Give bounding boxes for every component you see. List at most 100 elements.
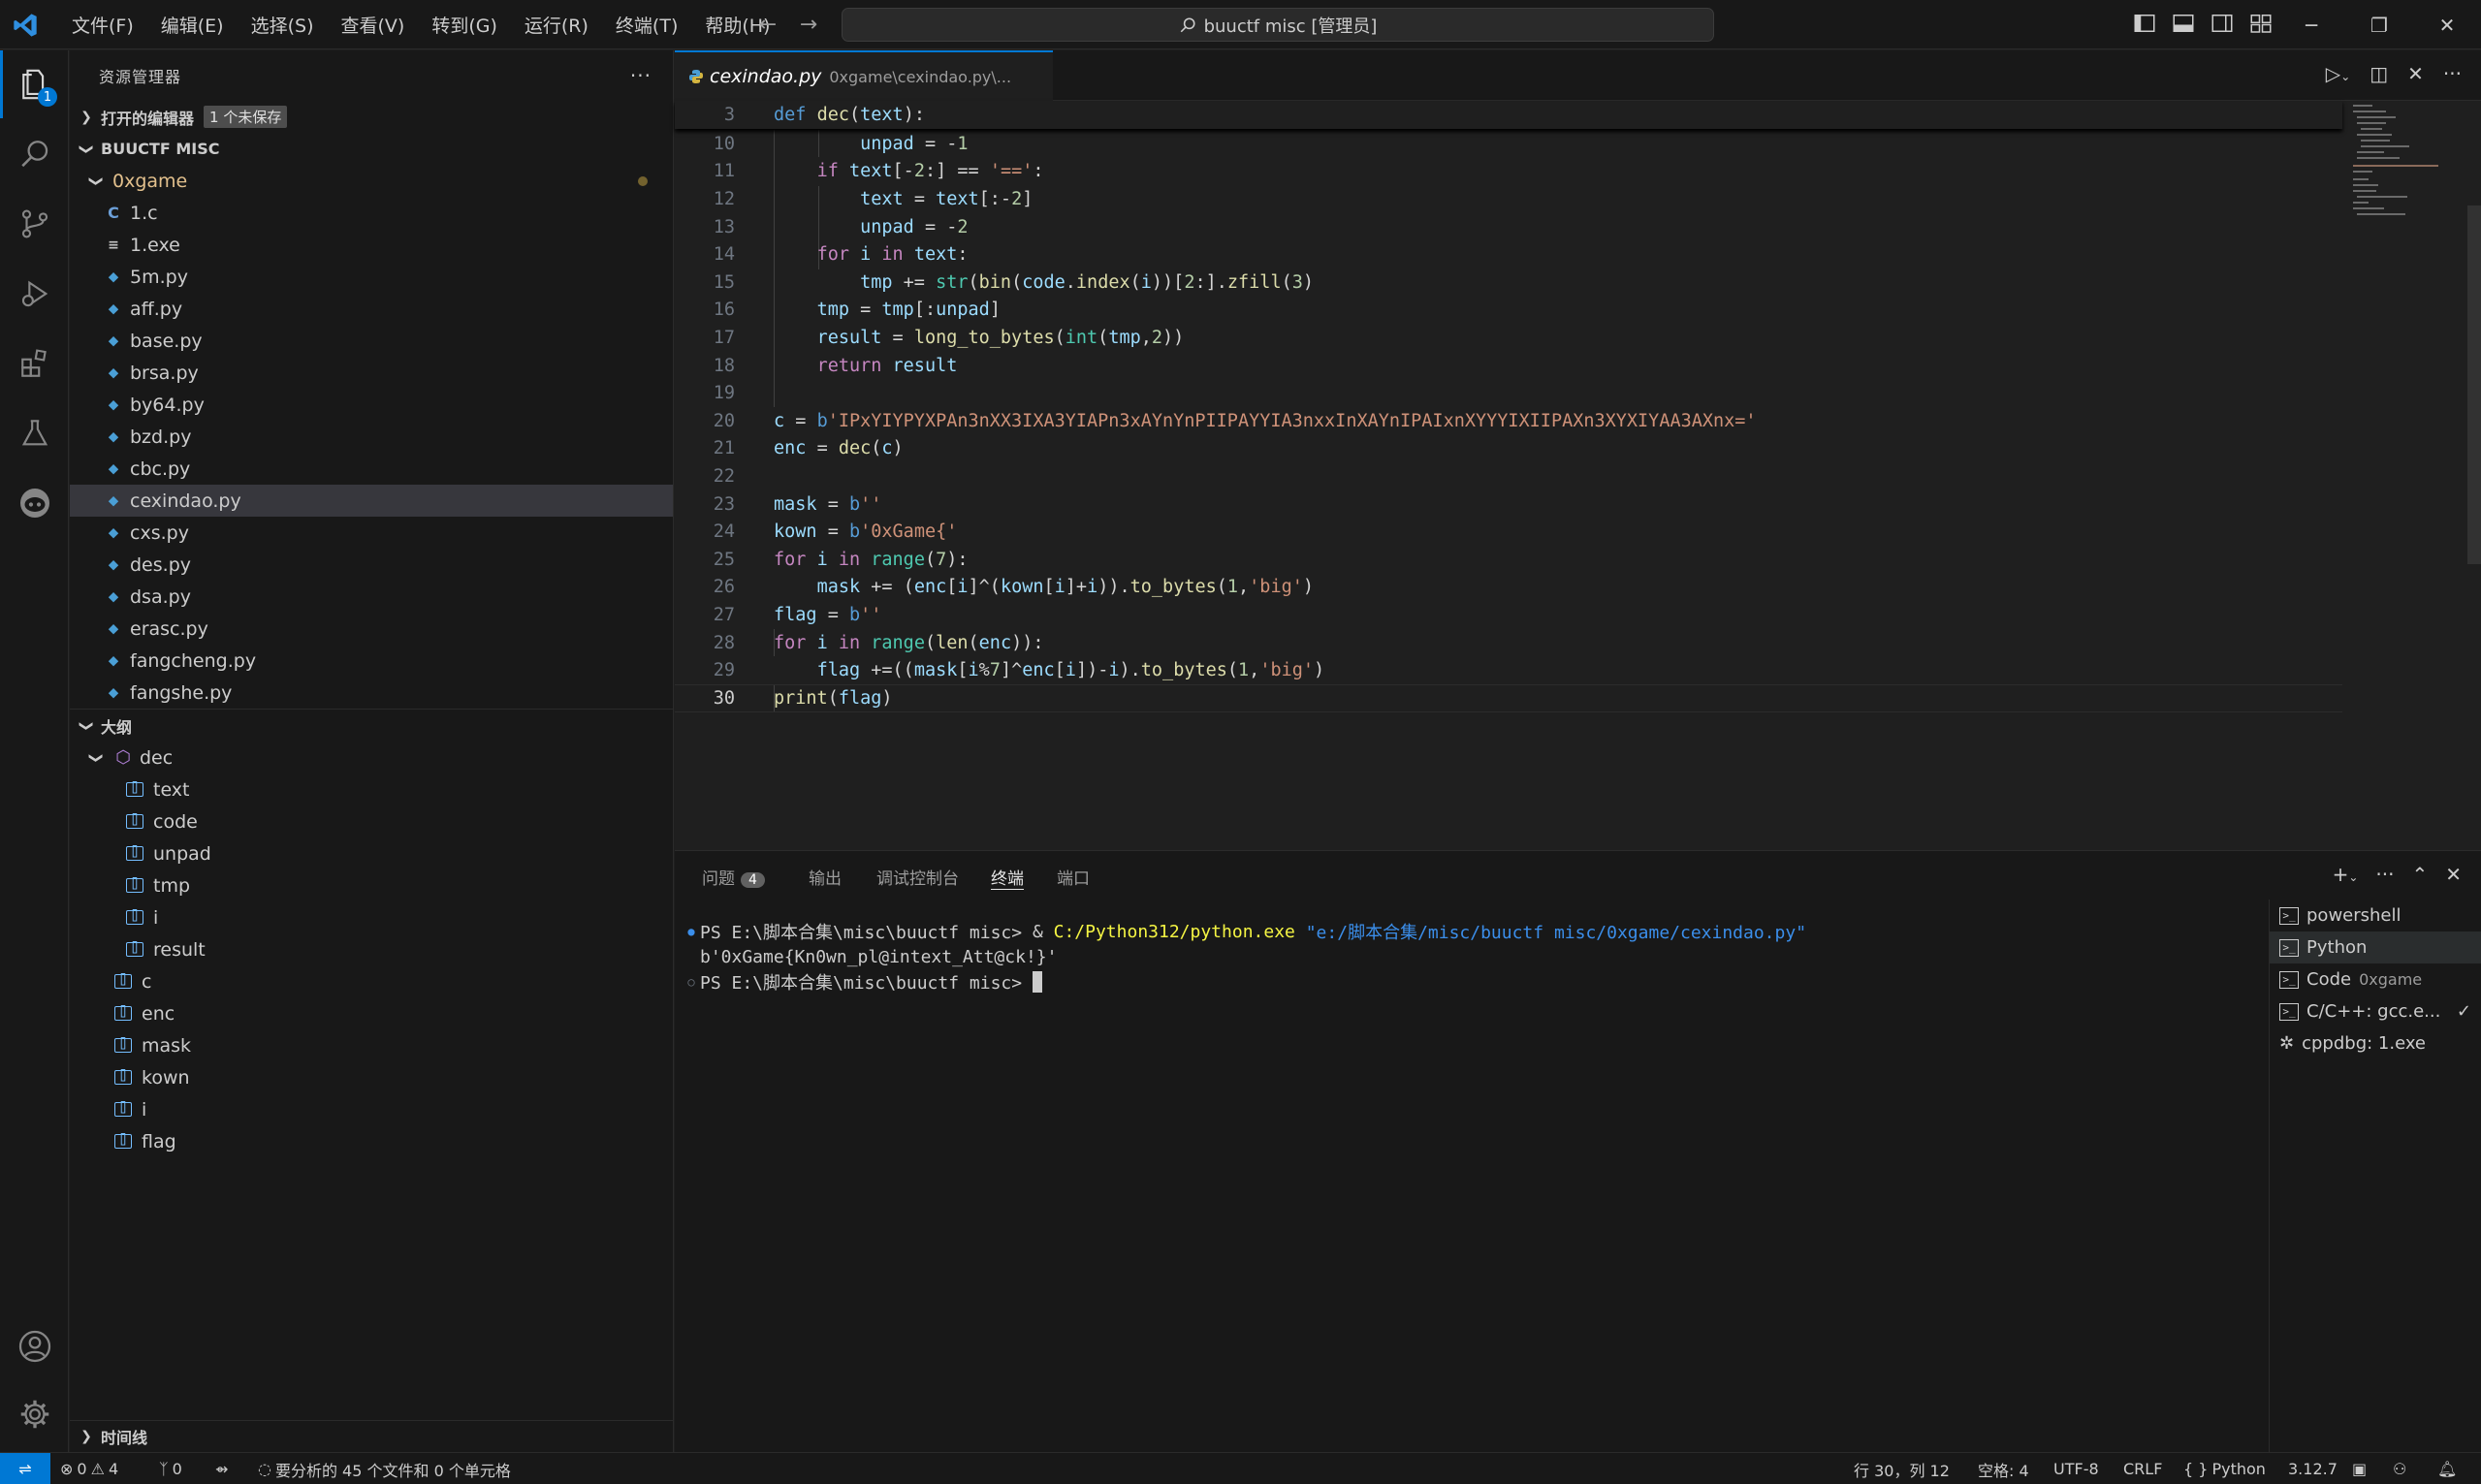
explorer-icon[interactable]: 1 (0, 50, 69, 118)
timeline-header[interactable]: ❯ 时间线 (70, 1420, 673, 1452)
outline-variable[interactable]: ⌷ c (70, 965, 673, 997)
file-item[interactable]: ⬥ erasc.py (70, 613, 673, 645)
analysis-status[interactable]: ◌ 要分析的 45 个文件和 0 个单元格 (258, 1453, 511, 1484)
file-item[interactable]: ⬥ cbc.py (70, 453, 673, 485)
forward-arrow-icon[interactable]: → (797, 12, 820, 37)
outline-variable[interactable]: ⌷ flag (70, 1125, 673, 1157)
indentation[interactable]: 空格: 4 (1978, 1453, 2029, 1484)
python-version[interactable]: 3.12.7 (2288, 1453, 2338, 1484)
file-item[interactable]: ⬥ fangshe.py (70, 677, 673, 709)
extensions-icon[interactable] (0, 330, 69, 397)
notifications-bell-icon[interactable]: 🔔︎ (2437, 1453, 2457, 1484)
outline-variable[interactable]: ⌷ enc (70, 997, 673, 1029)
new-terminal-icon[interactable]: +⌄ (2333, 863, 2359, 886)
menu-go[interactable]: 转到(G) (418, 12, 511, 38)
terminal-output[interactable]: ● PS E:\脚本合集\misc\buuctf misc> & C:/Pyth… (683, 919, 2253, 995)
outline-variable[interactable]: ⌷ i (70, 1093, 673, 1125)
tab-debug-console[interactable]: 调试控制台 (876, 865, 959, 890)
sticky-scroll-line[interactable]: 3 def dec(text): (675, 101, 2342, 129)
split-editor-icon[interactable]: ◫ (2370, 62, 2388, 85)
file-item[interactable]: ⬥ 5m.py (70, 261, 673, 293)
menu-view[interactable]: 查看(V) (328, 12, 419, 38)
ports-status[interactable]: ᛉ0 (159, 1453, 182, 1484)
file-item[interactable]: ⬥ by64.py (70, 389, 673, 421)
tab-ports[interactable]: 端口 (1057, 865, 1090, 890)
terminal-tab[interactable]: >_ powershell (2270, 900, 2481, 931)
command-center-search[interactable]: buuctf misc [管理员] (842, 8, 1714, 42)
outline-variable[interactable]: ⌷ text (70, 774, 673, 805)
file-icon[interactable]: ▣ (2352, 1453, 2367, 1484)
restore-icon[interactable]: ❐ (2345, 0, 2413, 49)
workspace-header[interactable]: ❯ BUUCTF MISC (70, 133, 673, 165)
tab-problems[interactable]: 问题 4 (702, 865, 765, 890)
debug-status-icon[interactable]: ⇴ (215, 1453, 228, 1484)
menu-file[interactable]: 文件(F) (58, 12, 147, 38)
outline-variable[interactable]: ⌷ kown (70, 1061, 673, 1093)
toggle-panel-icon[interactable] (2172, 12, 2197, 37)
terminal-tab[interactable]: >_ Code 0xgame (2270, 963, 2481, 995)
file-item[interactable]: ⬥ dsa.py (70, 581, 673, 613)
panel-more-icon[interactable]: ··· (2375, 863, 2394, 886)
file-item[interactable]: C 1.c (70, 197, 673, 229)
menu-run[interactable]: 运行(R) (511, 12, 602, 38)
code-editor[interactable]: 3 def dec(text): 10 unpad = -1 11 if tex… (675, 101, 2420, 850)
editor-more-icon[interactable]: ··· (2443, 62, 2462, 85)
back-arrow-icon[interactable]: ← (756, 12, 779, 37)
outline-function-dec[interactable]: ❯ ⬡ dec (70, 742, 673, 774)
editor-scrollbar[interactable] (2467, 205, 2481, 564)
run-python-icon[interactable]: ▷⌄ (2326, 62, 2350, 85)
file-item[interactable]: ⬥ base.py (70, 325, 673, 357)
outline-variable[interactable]: ⌷ unpad (70, 837, 673, 869)
close-window-icon[interactable]: ✕ (2413, 0, 2481, 49)
accounts-icon[interactable] (0, 1312, 69, 1380)
terminal-tab[interactable]: >_ C/C++: gcc.e... ✓ (2270, 995, 2481, 1027)
menu-selection[interactable]: 选择(S) (238, 12, 328, 38)
menu-edit[interactable]: 编辑(E) (147, 12, 238, 38)
cursor-position[interactable]: 行 30，列 12 (1854, 1453, 1950, 1484)
file-item[interactable]: ⬥ des.py (70, 549, 673, 581)
outline-variable[interactable]: ⌷ mask (70, 1029, 673, 1061)
testing-flask-icon[interactable] (0, 399, 69, 467)
tab-terminal[interactable]: 终端 (991, 865, 1024, 890)
outline-variable[interactable]: ⌷ i (70, 901, 673, 933)
terminal-tab[interactable]: >_ Python (2270, 931, 2481, 963)
tab-cexindao-py[interactable]: cexindao.py 0xgame\cexindao.py\... (675, 50, 1053, 101)
file-item[interactable]: ⬥ cexindao.py (70, 485, 673, 517)
run-debug-icon[interactable] (0, 260, 69, 328)
tab-output[interactable]: 输出 (809, 865, 842, 890)
github-copilot-icon[interactable] (0, 469, 69, 537)
file-item[interactable]: ⬥ fangcheng.py (70, 645, 673, 677)
menu-terminal[interactable]: 终端(T) (602, 12, 691, 38)
remote-indicator-icon[interactable]: ⇌ (0, 1453, 50, 1484)
minimize-icon[interactable]: ─ (2277, 0, 2345, 49)
settings-gear-icon[interactable] (0, 1380, 69, 1448)
folder-0xgame[interactable]: ❯ 0xgame (70, 165, 673, 197)
open-editors-header[interactable]: ❯ 打开的编辑器 1 个未保存 (70, 101, 673, 133)
problems-status[interactable]: ⊗ 0 ⚠ 4 (60, 1453, 118, 1484)
minimap[interactable] (2353, 101, 2442, 217)
outline-variable[interactable]: ⌷ code (70, 805, 673, 837)
toggle-primary-sidebar-icon[interactable] (2133, 12, 2158, 37)
customize-layout-icon[interactable] (2249, 12, 2274, 37)
more-actions-icon[interactable]: ··· (630, 64, 652, 87)
file-item[interactable]: ⬥ brsa.py (70, 357, 673, 389)
end-of-line[interactable]: CRLF (2123, 1453, 2162, 1484)
copilot-status-icon[interactable]: ⚇ (2393, 1453, 2406, 1484)
language-mode[interactable]: { } Python (2183, 1453, 2266, 1484)
outline-header[interactable]: ❯ 大纲 (70, 710, 673, 742)
search-view-icon[interactable] (0, 120, 69, 188)
file-item[interactable]: ≡ 1.exe (70, 229, 673, 261)
terminal-tab[interactable]: ✲ cppdbg: 1.exe (2270, 1027, 2481, 1059)
outline-variable[interactable]: ⌷ result (70, 933, 673, 965)
file-item[interactable]: ⬥ bzd.py (70, 421, 673, 453)
file-item[interactable]: ⬥ cxs.py (70, 517, 673, 549)
maximize-panel-icon[interactable]: ⌃ (2411, 863, 2428, 886)
close-tab-icon[interactable]: ✕ (2407, 62, 2424, 85)
line-number: 10 (713, 133, 735, 154)
close-panel-icon[interactable]: ✕ (2445, 863, 2462, 886)
encoding[interactable]: UTF-8 (2053, 1453, 2099, 1484)
outline-variable[interactable]: ⌷ tmp (70, 869, 673, 901)
source-control-icon[interactable] (0, 190, 69, 258)
file-item[interactable]: ⬥ aff.py (70, 293, 673, 325)
toggle-secondary-sidebar-icon[interactable] (2211, 12, 2236, 37)
